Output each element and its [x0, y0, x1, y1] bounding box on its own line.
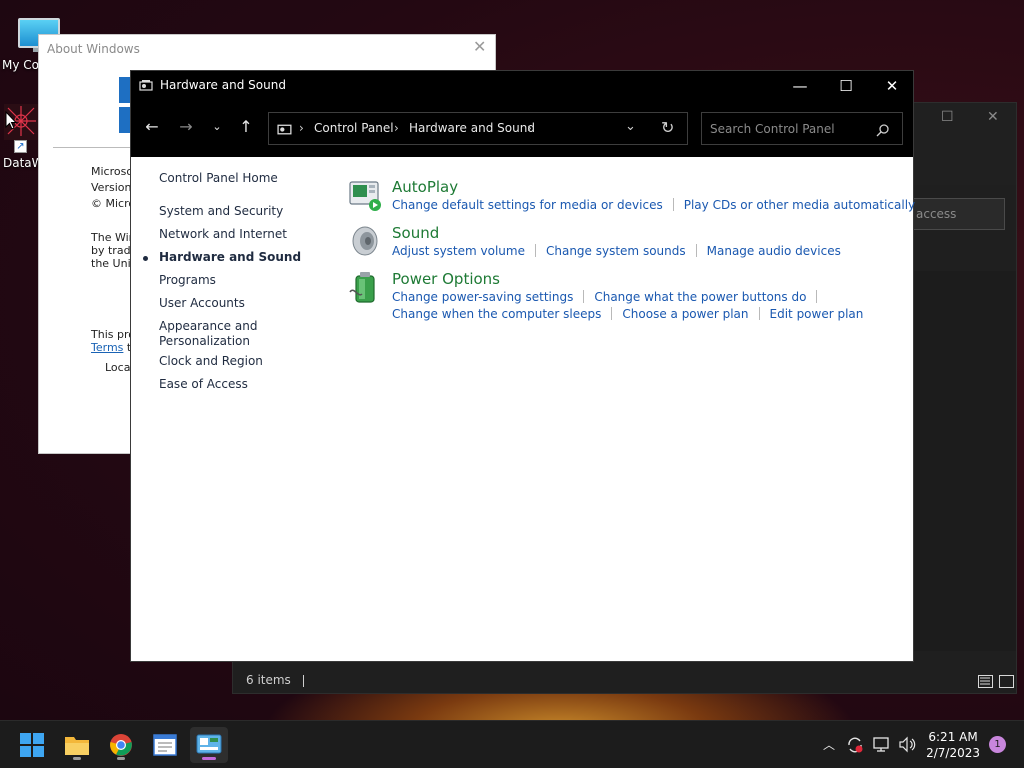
address-dropdown-icon[interactable]: ⌄	[625, 119, 636, 134]
link-manage-audio-devices[interactable]: Manage audio devices	[707, 244, 841, 258]
search-text: access	[916, 207, 957, 221]
control-panel-icon	[277, 124, 292, 135]
terms-link[interactable]: Terms	[91, 341, 123, 354]
up-arrow-icon[interactable]: ↑	[236, 117, 256, 137]
background-search-input[interactable]: access	[903, 198, 1005, 230]
sidebar-item-ease-of-access[interactable]: Ease of Access	[159, 377, 248, 392]
clock-time: 6:21 AM	[928, 730, 978, 744]
sidebar-item-hardware-and-sound[interactable]: Hardware and Sound	[159, 250, 301, 265]
link-change-system-sounds[interactable]: Change system sounds	[546, 244, 686, 258]
window-title: Hardware and Sound	[160, 78, 286, 92]
taskbar-notepad[interactable]	[146, 727, 184, 763]
file-explorer-icon	[65, 737, 89, 755]
sidebar-item-network-and-internet[interactable]: Network and Internet	[159, 227, 287, 242]
desktop-icon-label: My Co	[2, 58, 39, 72]
battery-icon[interactable]	[348, 270, 382, 304]
about-text: This pro	[91, 328, 135, 341]
about-title: About Windows	[47, 42, 140, 56]
notepad-icon	[153, 734, 177, 756]
sound-heading[interactable]: Sound	[392, 224, 439, 242]
current-item-bullet	[143, 256, 148, 261]
breadcrumb-chevron-icon[interactable]: ›	[527, 121, 532, 135]
window-titlebar: Hardware and Sound — ☐ ✕	[131, 71, 913, 101]
refresh-icon[interactable]: ↻	[661, 118, 674, 137]
breadcrumb-chevron-icon: ›	[394, 121, 399, 135]
taskbar-chrome[interactable]	[102, 727, 140, 763]
link-choose-power-plan[interactable]: Choose a power plan	[622, 307, 748, 321]
maximize-icon[interactable]: ☐	[941, 110, 954, 124]
link-change-default-settings[interactable]: Change default settings for media or dev…	[392, 198, 663, 212]
autoplay-links: Change default settings for media or dev…	[392, 198, 915, 212]
maximize-button[interactable]: ☐	[823, 71, 869, 101]
close-icon[interactable]: ✕	[987, 110, 999, 124]
taskbar-control-panel[interactable]	[190, 727, 228, 763]
about-titlebar: About Windows ✕	[39, 35, 495, 63]
sidebar-item-appearance-line1[interactable]: Appearance and	[159, 319, 257, 334]
mouse-cursor-icon	[5, 111, 17, 130]
control-panel-icon	[196, 734, 222, 754]
link-change-power-buttons[interactable]: Change what the power buttons do	[594, 290, 806, 304]
sidebar-item-clock-and-region[interactable]: Clock and Region	[159, 354, 263, 369]
link-change-power-saving[interactable]: Change power-saving settings	[392, 290, 573, 304]
navigation-bar: ← → ⌄ ↑ › Control Panel › Hardware and S…	[131, 101, 913, 157]
sidebar-item-user-accounts[interactable]: User Accounts	[159, 296, 245, 311]
autoplay-heading[interactable]: AutoPlay	[392, 178, 458, 196]
about-text: The Win	[91, 231, 136, 244]
taskbar: ︿ 6:21 AM 2/7/2023 1	[0, 720, 1024, 768]
volume-icon[interactable]	[899, 736, 917, 753]
control-panel-icon	[139, 80, 153, 91]
taskbar-file-explorer[interactable]	[58, 727, 96, 763]
show-hidden-icons-chevron-icon[interactable]: ︿	[823, 736, 835, 753]
power-options-heading[interactable]: Power Options	[392, 270, 500, 288]
recent-locations-chevron-icon[interactable]: ⌄	[207, 117, 227, 137]
sidebar-item-appearance-line2[interactable]: Personalization	[159, 334, 250, 349]
start-button[interactable]	[13, 727, 51, 763]
link-edit-power-plan[interactable]: Edit power plan	[770, 307, 864, 321]
search-placeholder: Search Control Panel	[710, 122, 835, 136]
close-button[interactable]: ✕	[869, 71, 915, 101]
address-bar[interactable]: › Control Panel › Hardware and Sound › ⌄…	[268, 112, 688, 145]
shortcut-arrow-icon: ↗	[14, 140, 27, 153]
back-arrow-icon[interactable]: ←	[142, 117, 162, 137]
speaker-icon[interactable]	[348, 224, 382, 258]
sync-icon[interactable]	[846, 736, 864, 754]
minimize-button[interactable]: —	[777, 71, 823, 101]
breadcrumb-chevron-icon: ›	[299, 121, 304, 135]
search-input[interactable]: Search Control Panel	[701, 112, 903, 145]
close-icon[interactable]: ✕	[473, 39, 487, 55]
chrome-icon	[110, 734, 132, 756]
sidebar-item-system-and-security[interactable]: System and Security	[159, 204, 283, 219]
clock-date: 2/7/2023	[926, 746, 980, 760]
start-icon	[20, 733, 44, 757]
network-icon[interactable]	[873, 736, 891, 753]
sidebar-item-control-panel-home[interactable]: Control Panel Home	[159, 171, 278, 186]
thumbnail-view-icon[interactable]	[999, 675, 1014, 688]
about-text: the Unit	[91, 257, 135, 270]
power-links-row1: Change power-saving settings Change what …	[392, 290, 827, 304]
notification-badge[interactable]: 1	[989, 736, 1006, 753]
details-view-icon[interactable]	[978, 675, 993, 688]
autoplay-icon[interactable]	[348, 178, 382, 212]
power-links-row2: Change when the computer sleeps Choose a …	[392, 307, 863, 321]
sound-links: Adjust system volume Change system sounds…	[392, 244, 841, 258]
control-panel-window: Hardware and Sound — ☐ ✕ ← → ⌄ ↑ › Contr…	[130, 70, 915, 662]
status-bar: 6 items	[233, 669, 1016, 693]
breadcrumb-hardware-and-sound[interactable]: Hardware and Sound	[409, 121, 535, 135]
divider	[53, 147, 131, 148]
clock[interactable]: 6:21 AM 2/7/2023	[926, 729, 980, 761]
about-text: Version	[91, 181, 132, 194]
search-icon[interactable]	[876, 123, 890, 137]
link-play-cds[interactable]: Play CDs or other media automatically	[684, 198, 915, 212]
sidebar-item-programs[interactable]: Programs	[159, 273, 216, 288]
forward-arrow-icon[interactable]: →	[176, 117, 196, 137]
link-adjust-volume[interactable]: Adjust system volume	[392, 244, 525, 258]
item-count: 6 items	[246, 673, 291, 687]
link-change-when-sleeps[interactable]: Change when the computer sleeps	[392, 307, 601, 321]
breadcrumb-control-panel[interactable]: Control Panel	[314, 121, 394, 135]
